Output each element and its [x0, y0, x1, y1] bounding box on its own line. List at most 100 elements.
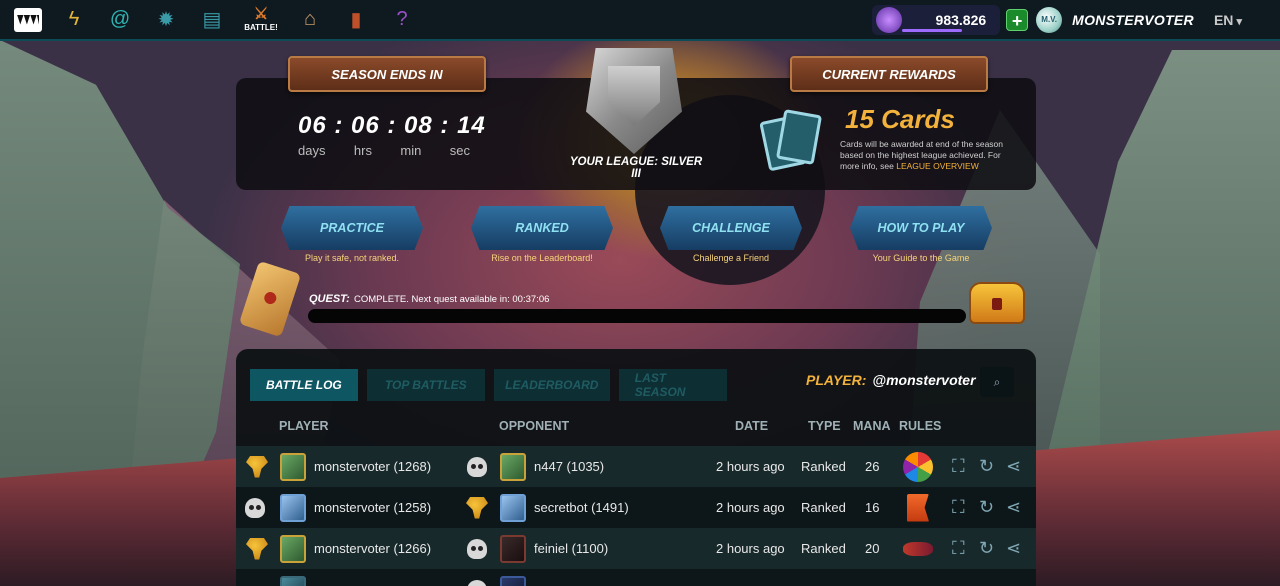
mode-how-to-play: HOW TO PLAY Your Guide to the Game: [850, 206, 992, 263]
quest-label: QUEST:: [309, 293, 350, 305]
player-filter-name[interactable]: @monstervoter: [872, 372, 975, 388]
table-row[interactable]: monstervoter (1266) feiniel (1100) 2 hou…: [236, 528, 1036, 569]
top-nav-bar: ϟ @ ✹ ▤ ⚔ BATTLE! ⌂ ▮ ? 983.826 + M.V. M…: [0, 0, 1280, 41]
opponent-summoner-card[interactable]: [500, 528, 526, 569]
add-funds-button[interactable]: +: [1006, 8, 1029, 31]
timer-label-days: days: [298, 143, 326, 158]
battle-button[interactable]: ⚔ BATTLE!: [244, 6, 278, 33]
battle-date: 2 hours ago: [716, 541, 785, 556]
player-summoner-card[interactable]: [280, 446, 306, 487]
tab-last-season[interactable]: LAST SEASON: [618, 369, 727, 401]
guild-icon[interactable]: ▮: [342, 6, 370, 34]
replay-icon[interactable]: ↻: [979, 487, 999, 528]
header-date[interactable]: DATE: [735, 419, 768, 433]
ranked-button[interactable]: RANKED: [471, 206, 613, 250]
practice-button[interactable]: PRACTICE: [281, 206, 423, 250]
quest-status: COMPLETE. Next quest available in: 00:37…: [354, 294, 550, 305]
player-filter-label: PLAYER:: [806, 372, 867, 388]
header-rules[interactable]: RULES: [899, 419, 941, 433]
table-row[interactable]: monstervoter (1268) n447 (1035) 2 hours …: [236, 446, 1036, 487]
loser-skull-icon: [245, 487, 265, 528]
battle-log-panel: BATTLE LOG TOP BATTLES LEADERBOARD LAST …: [236, 349, 1036, 586]
opponent-summoner-card[interactable]: [500, 569, 526, 586]
tab-top-battles[interactable]: TOP BATTLES: [366, 369, 485, 401]
loser-skull-icon: [467, 528, 487, 569]
mode-practice: PRACTICE Play it safe, not ranked.: [281, 206, 423, 263]
timer-label-hrs: hrs: [353, 143, 372, 158]
timer-label-min: min: [400, 143, 422, 158]
challenge-subtitle: Challenge a Friend: [692, 253, 770, 263]
search-icon[interactable]: ⌕: [980, 367, 1014, 397]
opponent-summoner-card[interactable]: [500, 446, 526, 487]
battle-type: Ranked: [801, 500, 846, 515]
replay-icon[interactable]: ↻: [979, 446, 999, 487]
treasure-chest-icon[interactable]: [969, 282, 1025, 324]
player-name[interactable]: monstervoter (1266): [314, 528, 431, 569]
practice-subtitle: Play it safe, not ranked.: [304, 253, 400, 263]
logo-icon[interactable]: [14, 6, 42, 34]
battle-date: 2 hours ago: [716, 500, 785, 515]
header-type[interactable]: TYPE: [808, 419, 841, 433]
language-select[interactable]: EN: [1214, 12, 1242, 28]
player-summoner-card[interactable]: [280, 528, 306, 569]
player-summoner-card[interactable]: [280, 569, 306, 586]
player-filter: PLAYER: @monstervoter: [806, 372, 976, 388]
balance-bar: [902, 28, 963, 32]
battle-mana: 16: [865, 500, 880, 515]
table-row[interactable]: [236, 569, 1036, 586]
opponent-name[interactable]: n447 (1035): [534, 446, 604, 487]
username[interactable]: MONSTERVOTER: [1072, 12, 1194, 28]
loser-skull-icon: [467, 446, 487, 487]
opponent-name[interactable]: feiniel (1100): [534, 528, 608, 569]
opponent-name[interactable]: secretbot (1491): [534, 487, 629, 528]
share-icon[interactable]: ⋖: [1006, 528, 1026, 569]
opponent-summoner-card[interactable]: [500, 487, 526, 528]
header-player[interactable]: PLAYER: [279, 419, 329, 433]
rewards-banner: CURRENT REWARDS: [790, 56, 988, 92]
lightning-icon[interactable]: ϟ: [60, 6, 88, 34]
rewards-description: Cards will be awarded at end of the seas…: [840, 139, 1020, 172]
reward-cards-icon: [758, 108, 824, 172]
battle-label: BATTLE!: [244, 23, 278, 32]
season-banner: SEASON ENDS IN: [288, 56, 486, 92]
challenge-button[interactable]: CHALLENGE: [660, 206, 802, 250]
tab-leaderboard[interactable]: LEADERBOARD: [493, 369, 610, 401]
player-name[interactable]: monstervoter (1258): [314, 487, 431, 528]
expand-icon[interactable]: ⛶: [952, 487, 972, 528]
header-mana[interactable]: MANA: [853, 419, 891, 433]
rule-flag-icon[interactable]: [907, 487, 929, 528]
shop-icon[interactable]: ⌂: [296, 6, 324, 34]
rule-fish-icon[interactable]: [903, 528, 933, 569]
expand-icon[interactable]: ⛶: [952, 446, 972, 487]
account-area: 983.826 + M.V. MONSTERVOTER EN: [872, 4, 1280, 35]
avatar[interactable]: M.V.: [1036, 6, 1063, 33]
player-name[interactable]: monstervoter (1268): [314, 446, 431, 487]
battle-type: Ranked: [801, 459, 846, 474]
swirl-icon[interactable]: @: [106, 6, 134, 34]
mode-ranked: RANKED Rise on the Leaderboard!: [471, 206, 613, 263]
balance-display[interactable]: 983.826: [872, 4, 1001, 35]
battle-type: Ranked: [801, 541, 846, 556]
share-icon[interactable]: ⋖: [1006, 446, 1026, 487]
quest-progress-bar: [308, 309, 966, 323]
how-to-play-button[interactable]: HOW TO PLAY: [850, 206, 992, 250]
table-header: PLAYER OPPONENT DATE TYPE MANA RULES: [236, 419, 1036, 443]
battle-date: 2 hours ago: [716, 459, 785, 474]
rule-random-icon[interactable]: [903, 446, 933, 487]
table-row[interactable]: monstervoter (1258) secretbot (1491) 2 h…: [236, 487, 1036, 528]
replay-icon[interactable]: ↻: [979, 528, 999, 569]
player-summoner-card[interactable]: [280, 487, 306, 528]
winner-trophy-icon: [246, 446, 268, 487]
balance-value: 983.826: [935, 11, 987, 28]
share-icon[interactable]: ⋖: [1006, 487, 1026, 528]
cards-icon[interactable]: ▤: [198, 6, 226, 34]
sword-icon: ⚔: [253, 6, 269, 23]
tab-battle-log[interactable]: BATTLE LOG: [250, 369, 358, 401]
potion-icon[interactable]: ✹: [152, 6, 180, 34]
header-opponent[interactable]: OPPONENT: [499, 419, 569, 433]
winner-trophy-icon: [466, 487, 488, 528]
timer-label-sec: sec: [449, 143, 470, 158]
help-icon[interactable]: ?: [388, 6, 416, 34]
league-overview-link[interactable]: LEAGUE OVERVIEW: [896, 161, 979, 171]
expand-icon[interactable]: ⛶: [952, 528, 972, 569]
